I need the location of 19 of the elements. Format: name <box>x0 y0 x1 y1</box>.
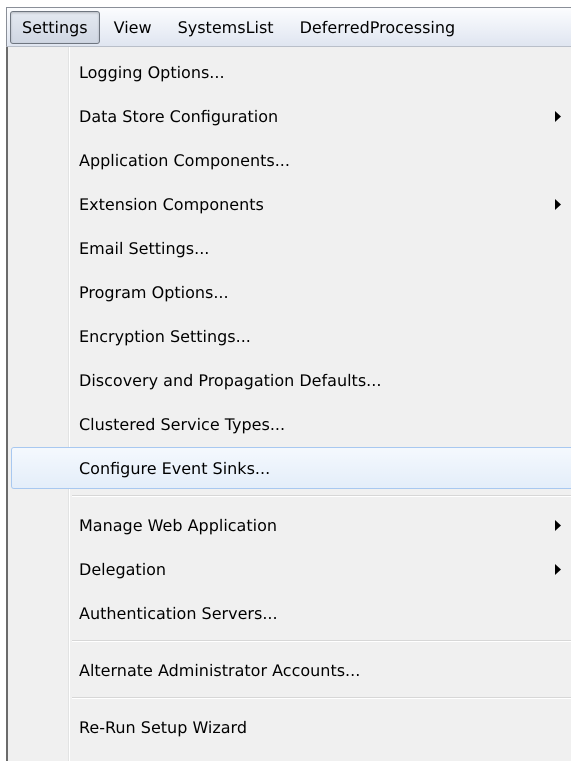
menu-item[interactable]: Application Components... <box>11 139 571 181</box>
menu-item[interactable]: Clustered Service Types... <box>11 403 571 445</box>
menu-item[interactable]: Logging Options... <box>11 51 571 93</box>
menu-bar-item[interactable]: Settings <box>10 10 100 44</box>
menu-item[interactable]: Authentication Servers... <box>11 592 571 634</box>
menu-item[interactable]: Program Options... <box>11 271 571 313</box>
menu-item[interactable]: Re-Run Setup Wizard <box>11 706 571 748</box>
menu-bar-item[interactable]: SystemsList <box>166 10 286 44</box>
menu-item[interactable]: Discovery and Propagation Defaults... <box>11 359 571 401</box>
menu-item[interactable]: Manage Web Application <box>11 504 571 546</box>
menu-item[interactable]: Extension Components <box>11 183 571 225</box>
menu-item[interactable]: Delegation <box>11 548 571 590</box>
menu-item[interactable]: Encryption Settings... <box>11 315 571 357</box>
menu-bar-item[interactable]: View <box>102 10 164 44</box>
menu-item[interactable]: Alternate Administrator Accounts... <box>11 649 571 691</box>
menu-item[interactable]: Configure Event Sinks... <box>11 447 571 489</box>
menu-item[interactable]: Email Settings... <box>11 227 571 269</box>
menu-bar-item[interactable]: DeferredProcessing <box>288 10 468 44</box>
menu-item[interactable]: Data Store Configuration <box>11 95 571 137</box>
